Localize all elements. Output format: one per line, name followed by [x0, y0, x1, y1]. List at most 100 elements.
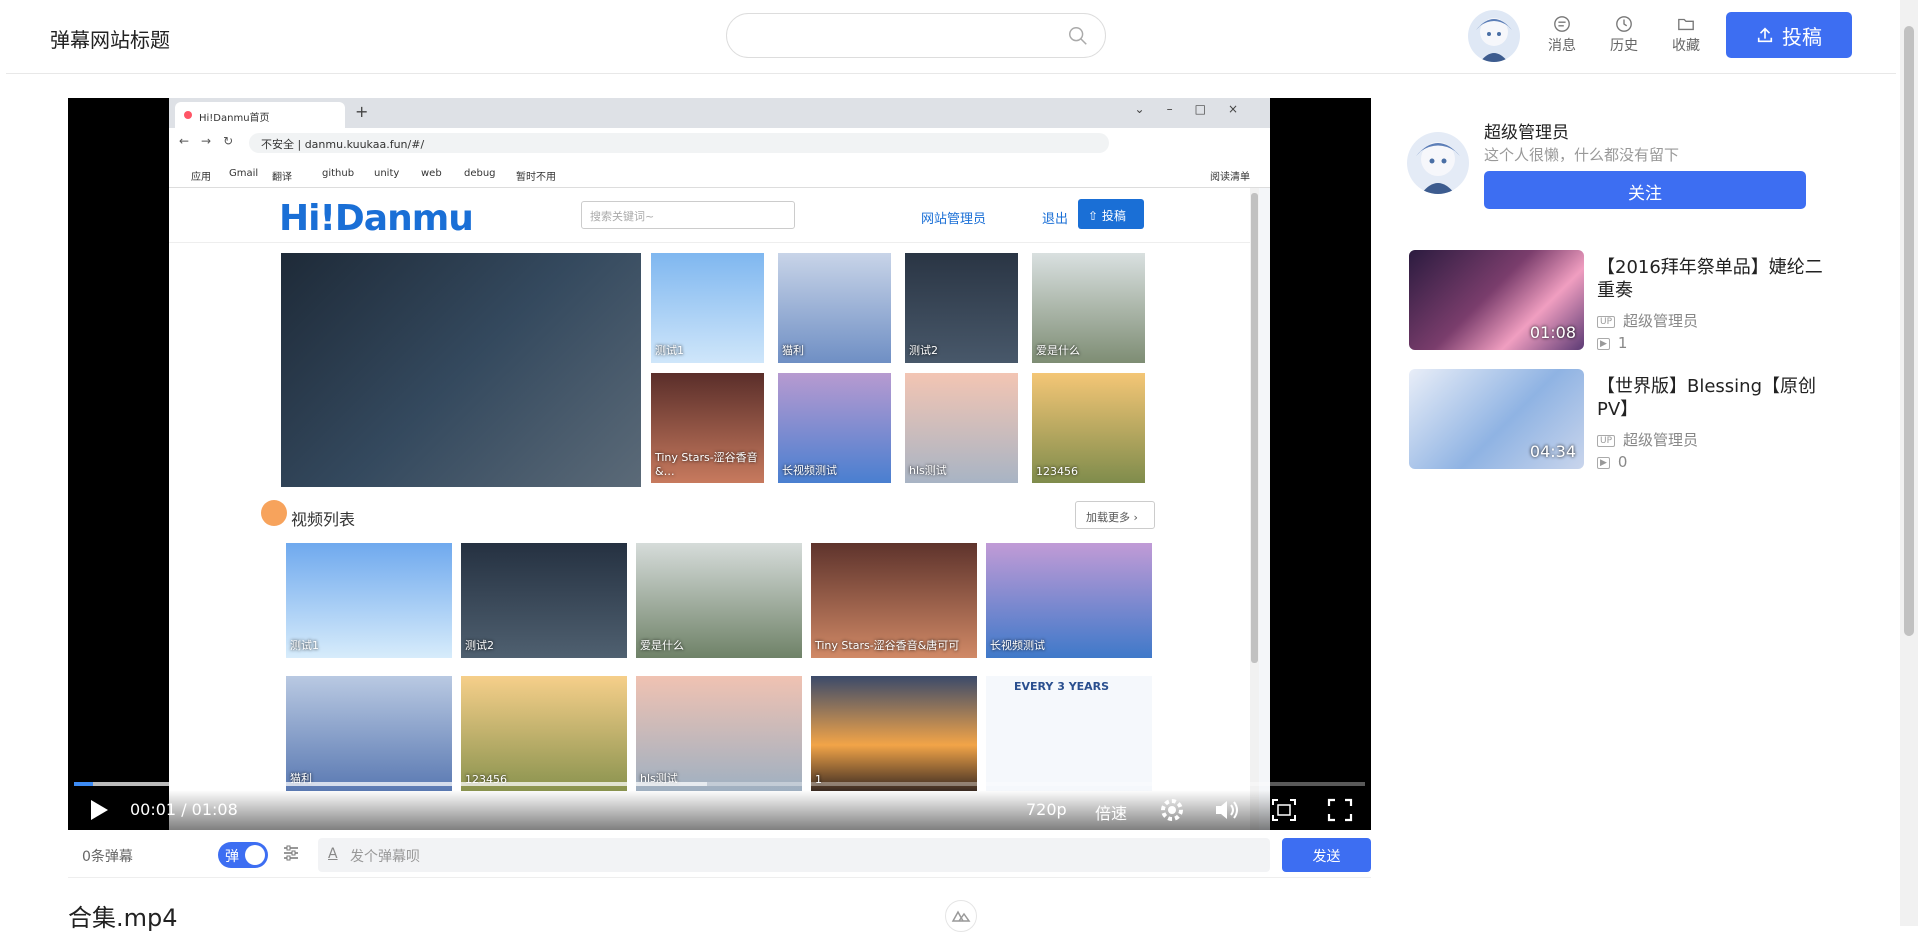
- url-text: 不安全 | danmu.kuukaa.fun/#/: [249, 133, 1109, 153]
- toggle-knob: [245, 845, 265, 865]
- recommended-title[interactable]: 【世界版】Blessing【原创PV】: [1597, 375, 1837, 421]
- list-thumb: 123456: [461, 676, 627, 791]
- nav-messages[interactable]: 消息: [1542, 15, 1582, 55]
- play-count-icon: ▶: [1597, 456, 1610, 469]
- volume-icon[interactable]: [1214, 798, 1240, 822]
- text-style-icon[interactable]: A: [328, 846, 338, 862]
- site-search: 搜索关键词~: [581, 201, 795, 229]
- grid-label: 长视频测试: [782, 464, 837, 477]
- list-label: 爱是什么: [640, 639, 684, 652]
- up-badge-icon: UP: [1597, 315, 1616, 328]
- upload-icon: [1757, 27, 1773, 43]
- list-label: 测试2: [465, 639, 494, 652]
- upload-button[interactable]: 投稿: [1726, 12, 1852, 58]
- danmaku-count: 0条弹幕: [82, 849, 133, 865]
- browser-tab: Hi!Danmu首页: [175, 102, 345, 128]
- recommended-plays-count: 0: [1617, 453, 1628, 471]
- recommended-uploader: UP 超级管理员: [1597, 310, 1698, 331]
- bookmark: 暂时不用: [516, 172, 556, 183]
- list-thumb: 猫利: [286, 676, 452, 791]
- uploader-name[interactable]: 超级管理员: [1484, 118, 1569, 143]
- recommended-video[interactable]: 04:34 【世界版】Blessing【原创PV】 UP 超级管理员 ▶ 0: [1409, 369, 1884, 472]
- video-frame: Hi!Danmu首页 + ⌄–□× ←→↻ 不安全 | danmu.kuukaa…: [169, 98, 1270, 830]
- recommended-uploader-name: 超级管理员: [1623, 431, 1699, 449]
- player-controls: 00:01 / 01:08 720p 倍速: [68, 790, 1371, 830]
- grid-thumb: 测试1: [651, 253, 764, 363]
- history-icon: [1616, 16, 1632, 32]
- nav-favorites[interactable]: 收藏: [1666, 15, 1706, 55]
- reading-list: 阅读清单: [1210, 172, 1250, 183]
- progress-bar[interactable]: [74, 782, 1365, 786]
- grid-label: 爱是什么: [1036, 344, 1080, 357]
- danmaku-input[interactable]: A 发个弹幕呗: [318, 838, 1270, 872]
- recommended-title[interactable]: 【2016拜年祭单品】婕纶二重奏: [1597, 256, 1837, 302]
- nav-favorites-label: 收藏: [1672, 38, 1700, 54]
- list-thumb: EVERY 3 YEARS: [986, 676, 1152, 791]
- list-label: 测试1: [290, 639, 319, 652]
- list-thumb: Tiny Stars-涩谷香音&唐可可: [811, 543, 977, 658]
- nav-history[interactable]: 历史: [1604, 15, 1644, 55]
- up-badge-icon: UP: [1597, 434, 1616, 447]
- favorites-icon: [1678, 18, 1694, 31]
- search-icon[interactable]: [1067, 25, 1089, 47]
- bookmark: debug: [464, 168, 496, 179]
- scrollbar-thumb[interactable]: [1904, 26, 1914, 636]
- nav-history-label: 历史: [1610, 38, 1638, 54]
- site-logo: Hi!Danmu: [279, 198, 474, 239]
- site-title[interactable]: 弹幕网站标题: [50, 24, 170, 53]
- danmaku-settings-icon[interactable]: [282, 844, 300, 862]
- list-thumb: 测试2: [461, 543, 627, 658]
- list-thumb: 1: [811, 676, 977, 791]
- bookmark: Gmail: [229, 168, 259, 179]
- video-title: 合集.mp4: [68, 904, 178, 932]
- site-upload-label: 投稿: [1101, 209, 1126, 223]
- settings-icon[interactable]: [1159, 797, 1185, 823]
- header-avatar[interactable]: [1468, 10, 1520, 62]
- follow-button[interactable]: 关注: [1484, 171, 1806, 209]
- site-preview: Hi!Danmu 搜索关键词~ 网站管理员 退出 ⇧ 投稿 测试1 猫利 测试2…: [169, 188, 1259, 830]
- upload-button-label: 投稿: [1782, 24, 1822, 49]
- recommended-video[interactable]: 01:08 【2016拜年祭单品】婕纶二重奏 UP 超级管理员 ▶ 1: [1409, 250, 1884, 353]
- top-header: 弹幕网站标题 消息 历史 收藏 投稿: [6, 0, 1896, 74]
- bookmark: web: [421, 168, 442, 179]
- uploader-description: 这个人很懒，什么都没有留下: [1484, 146, 1680, 164]
- load-more: 加载更多 ›: [1075, 501, 1155, 529]
- address-bar: ←→↻ 不安全 | danmu.kuukaa.fun/#/: [169, 128, 1270, 158]
- list-label: 长视频测试: [990, 639, 1045, 652]
- bookmark: unity: [374, 168, 400, 179]
- recommended-plays: ▶ 0: [1597, 453, 1627, 471]
- bookmarks-bar: 应用 Gmail 翻译 github unity web debug 暂时不用 …: [169, 158, 1270, 188]
- grid-label: 测试1: [655, 344, 684, 357]
- grid-thumb: 猫利: [778, 253, 891, 363]
- site-username: 网站管理员: [921, 212, 987, 227]
- recommended-thumbnail[interactable]: 01:08: [1409, 250, 1584, 350]
- grid-label: Tiny Stars-涩谷香音&…: [655, 451, 758, 478]
- grid-thumb: hls测试: [905, 373, 1018, 483]
- grid-thumb: 长视频测试: [778, 373, 891, 483]
- web-fullscreen-icon[interactable]: [1271, 798, 1297, 822]
- recommended-thumbnail[interactable]: 04:34: [1409, 369, 1584, 469]
- play-icon[interactable]: [88, 798, 110, 822]
- video-player[interactable]: Hi!Danmu首页 + ⌄–□× ←→↻ 不安全 | danmu.kuukaa…: [68, 98, 1371, 830]
- played-bar: [74, 782, 94, 786]
- browser-nav-icons: ←→↻: [179, 134, 246, 148]
- uploader-avatar[interactable]: [1407, 132, 1469, 194]
- grid-thumb: 123456: [1032, 373, 1145, 483]
- recommended-plays-count: 1: [1617, 334, 1628, 352]
- page-scrollbar[interactable]: [1900, 0, 1918, 926]
- quality-selector[interactable]: 720p: [1026, 800, 1067, 819]
- bookmark: github: [322, 168, 355, 179]
- list-label: EVERY 3 YEARS: [1014, 680, 1110, 693]
- float-logo-icon[interactable]: [945, 900, 977, 932]
- list-thumb: 测试1: [286, 543, 452, 658]
- speed-selector[interactable]: 倍速: [1095, 800, 1127, 824]
- nav-messages-label: 消息: [1548, 38, 1576, 54]
- danmaku-toggle[interactable]: 弹: [218, 842, 268, 868]
- play-count-icon: ▶: [1597, 337, 1610, 350]
- window-controls: ⌄–□×: [1134, 102, 1260, 116]
- fullscreen-icon[interactable]: [1327, 798, 1353, 822]
- grid-thumb: 测试2: [905, 253, 1018, 363]
- send-button[interactable]: 发送: [1282, 838, 1371, 872]
- search-input[interactable]: [726, 13, 1106, 58]
- buffered-bar: [74, 782, 707, 786]
